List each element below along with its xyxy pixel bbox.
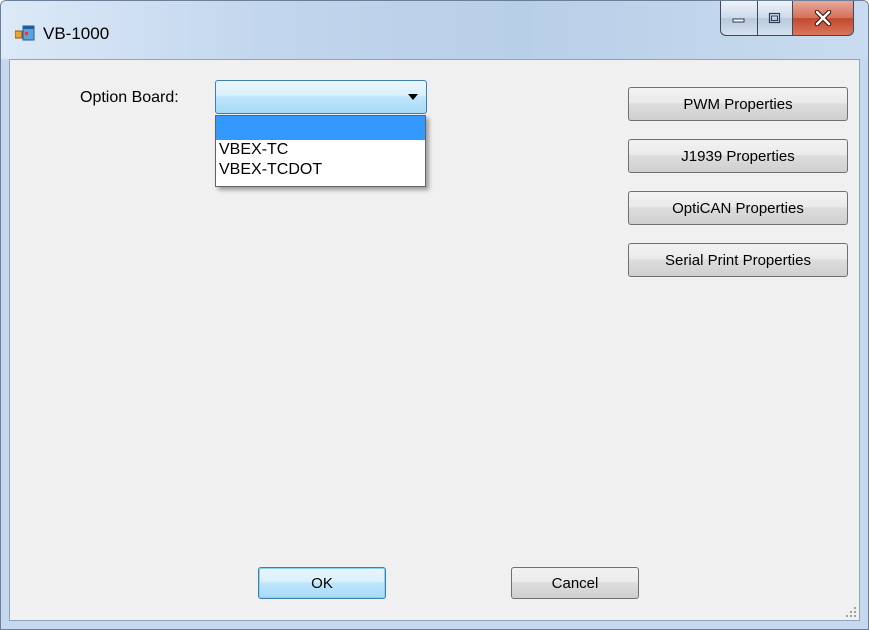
chevron-down-icon[interactable] — [408, 94, 418, 100]
caption-buttons — [720, 1, 854, 36]
pwm-properties-button[interactable]: PWM Properties — [628, 87, 848, 121]
dropdown-option-vbex-tc[interactable]: VBEX-TC — [216, 140, 425, 160]
dialog-client-area: Option Board: VBEX-TC VBEX-TCDOT PWM Pro… — [9, 59, 860, 621]
minimize-icon — [732, 18, 745, 23]
j1939-properties-button[interactable]: J1939 Properties — [628, 139, 848, 173]
maximize-button[interactable] — [758, 1, 793, 36]
serial-print-properties-button[interactable]: Serial Print Properties — [628, 243, 848, 277]
ok-button[interactable]: OK — [258, 567, 386, 599]
maximize-icon — [768, 12, 781, 24]
dropdown-option-blank[interactable] — [216, 116, 425, 140]
close-icon — [814, 10, 832, 26]
title-bar[interactable]: VB-1000 — [1, 1, 868, 59]
dropdown-option-vbex-tcdot[interactable]: VBEX-TCDOT — [216, 160, 425, 180]
option-board-dropdown-list: VBEX-TC VBEX-TCDOT — [215, 115, 426, 187]
app-window: VB-1000 Option Board: VBEX-TC VBEX-TCDOT… — [0, 0, 869, 630]
opticaan-properties-button[interactable]: OptiCAN Properties — [628, 191, 848, 225]
app-window-icon — [15, 25, 35, 41]
cancel-button[interactable]: Cancel — [511, 567, 639, 599]
close-button[interactable] — [793, 1, 854, 36]
option-board-label: Option Board: — [80, 89, 179, 106]
option-board-combobox[interactable] — [215, 80, 427, 114]
minimize-button[interactable] — [720, 1, 758, 36]
window-title: VB-1000 — [43, 24, 110, 43]
resize-grip-icon[interactable] — [845, 606, 857, 618]
